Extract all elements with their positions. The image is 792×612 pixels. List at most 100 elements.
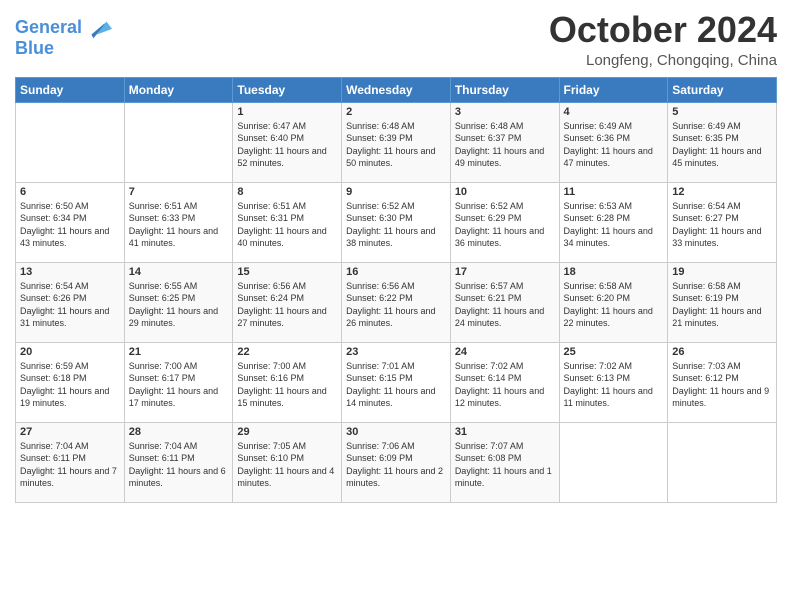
calendar-cell: 9 Sunrise: 6:52 AMSunset: 6:30 PMDaylight… — [342, 182, 451, 262]
day-number: 4 — [564, 106, 664, 118]
day-number: 5 — [672, 106, 772, 118]
day-number: 6 — [20, 186, 120, 198]
day-info: Sunrise: 7:04 AMSunset: 6:11 PMDaylight:… — [129, 440, 229, 490]
day-number: 10 — [455, 186, 555, 198]
day-info: Sunrise: 7:02 AMSunset: 6:14 PMDaylight:… — [455, 360, 555, 410]
day-info: Sunrise: 6:52 AMSunset: 6:30 PMDaylight:… — [346, 200, 446, 250]
day-info: Sunrise: 7:02 AMSunset: 6:13 PMDaylight:… — [564, 360, 664, 410]
day-number: 16 — [346, 266, 446, 278]
day-number: 9 — [346, 186, 446, 198]
day-info: Sunrise: 6:59 AMSunset: 6:18 PMDaylight:… — [20, 360, 120, 410]
day-number: 2 — [346, 106, 446, 118]
calendar-cell — [668, 422, 777, 502]
day-info: Sunrise: 6:56 AMSunset: 6:22 PMDaylight:… — [346, 280, 446, 330]
day-number: 19 — [672, 266, 772, 278]
day-number: 23 — [346, 346, 446, 358]
logo: General Blue — [15, 14, 112, 59]
calendar-container: General Blue October 2024 Longfeng, Chon… — [0, 0, 792, 612]
day-info: Sunrise: 7:00 AMSunset: 6:17 PMDaylight:… — [129, 360, 229, 410]
day-number: 3 — [455, 106, 555, 118]
day-info: Sunrise: 6:52 AMSunset: 6:29 PMDaylight:… — [455, 200, 555, 250]
calendar-cell: 19 Sunrise: 6:58 AMSunset: 6:19 PMDayligh… — [668, 262, 777, 342]
day-info: Sunrise: 6:51 AMSunset: 6:33 PMDaylight:… — [129, 200, 229, 250]
day-number: 24 — [455, 346, 555, 358]
calendar-cell: 6 Sunrise: 6:50 AMSunset: 6:34 PMDaylight… — [16, 182, 125, 262]
calendar-cell: 28 Sunrise: 7:04 AMSunset: 6:11 PMDayligh… — [124, 422, 233, 502]
day-number: 13 — [20, 266, 120, 278]
day-header-tuesday: Tuesday — [233, 77, 342, 102]
day-header-sunday: Sunday — [16, 77, 125, 102]
day-number: 11 — [564, 186, 664, 198]
day-info: Sunrise: 7:06 AMSunset: 6:09 PMDaylight:… — [346, 440, 446, 490]
header-row: SundayMondayTuesdayWednesdayThursdayFrid… — [16, 77, 777, 102]
day-info: Sunrise: 6:53 AMSunset: 6:28 PMDaylight:… — [564, 200, 664, 250]
day-header-monday: Monday — [124, 77, 233, 102]
day-info: Sunrise: 6:58 AMSunset: 6:19 PMDaylight:… — [672, 280, 772, 330]
day-number: 22 — [237, 346, 337, 358]
calendar-table: SundayMondayTuesdayWednesdayThursdayFrid… — [15, 77, 777, 503]
day-info: Sunrise: 6:58 AMSunset: 6:20 PMDaylight:… — [564, 280, 664, 330]
month-title: October 2024 — [549, 10, 777, 50]
day-info: Sunrise: 6:50 AMSunset: 6:34 PMDaylight:… — [20, 200, 120, 250]
day-number: 28 — [129, 426, 229, 438]
calendar-cell: 11 Sunrise: 6:53 AMSunset: 6:28 PMDayligh… — [559, 182, 668, 262]
calendar-cell: 17Sunrise: 6:57 AMSunset: 6:21 PMDayligh… — [450, 262, 559, 342]
day-number: 18 — [564, 266, 664, 278]
day-info: Sunrise: 6:56 AMSunset: 6:24 PMDaylight:… — [237, 280, 337, 330]
day-header-friday: Friday — [559, 77, 668, 102]
calendar-cell: 27Sunrise: 7:04 AMSunset: 6:11 PMDayligh… — [16, 422, 125, 502]
day-info: Sunrise: 7:01 AMSunset: 6:15 PMDaylight:… — [346, 360, 446, 410]
calendar-cell: 23 Sunrise: 7:01 AMSunset: 6:15 PMDayligh… — [342, 342, 451, 422]
day-header-saturday: Saturday — [668, 77, 777, 102]
day-info: Sunrise: 6:48 AMSunset: 6:39 PMDaylight:… — [346, 120, 446, 170]
calendar-cell — [124, 102, 233, 182]
day-number: 20 — [20, 346, 120, 358]
day-number: 31 — [455, 426, 555, 438]
calendar-cell: 3 Sunrise: 6:48 AMSunset: 6:37 PMDaylight… — [450, 102, 559, 182]
day-info: Sunrise: 6:54 AMSunset: 6:26 PMDaylight:… — [20, 280, 120, 330]
day-info: Sunrise: 7:00 AMSunset: 6:16 PMDaylight:… — [237, 360, 337, 410]
day-info: Sunrise: 6:51 AMSunset: 6:31 PMDaylight:… — [237, 200, 337, 250]
week-row-1: 1Sunrise: 6:47 AMSunset: 6:40 PMDaylight… — [16, 102, 777, 182]
calendar-cell: 2 Sunrise: 6:48 AMSunset: 6:39 PMDaylight… — [342, 102, 451, 182]
week-row-5: 27 Sunrise: 7:04 AMSunset: 6:11 PMDayligh… — [16, 422, 777, 502]
calendar-cell: 29Sunrise: 7:05 AMSunset: 6:10 PMDayligh… — [233, 422, 342, 502]
location: Longfeng, Chongqing, China — [549, 52, 777, 69]
week-row-2: 6 Sunrise: 6:50 AMSunset: 6:34 PMDaylight… — [16, 182, 777, 262]
day-info: Sunrise: 7:03 AMSunset: 6:12 PMDaylight:… — [672, 360, 772, 410]
day-info: Sunrise: 7:07 AMSunset: 6:08 PMDaylight:… — [455, 440, 555, 490]
calendar-cell — [16, 102, 125, 182]
day-number: 8 — [237, 186, 337, 198]
logo-icon — [84, 14, 112, 42]
week-row-4: 20 Sunrise: 6:59 AMSunset: 6:18 PMDayligh… — [16, 342, 777, 422]
day-header-thursday: Thursday — [450, 77, 559, 102]
calendar-cell: 21Sunrise: 7:00 AMSunset: 6:17 PMDayligh… — [124, 342, 233, 422]
calendar-cell: 4Sunrise: 6:49 AMSunset: 6:36 PMDaylight… — [559, 102, 668, 182]
calendar-cell: 24 Sunrise: 7:02 AMSunset: 6:14 PMDayligh… — [450, 342, 559, 422]
calendar-cell: 7 Sunrise: 6:51 AMSunset: 6:33 PMDaylight… — [124, 182, 233, 262]
calendar-cell: 20 Sunrise: 6:59 AMSunset: 6:18 PMDayligh… — [16, 342, 125, 422]
calendar-cell: 26 Sunrise: 7:03 AMSunset: 6:12 PMDayligh… — [668, 342, 777, 422]
calendar-cell: 16 Sunrise: 6:56 AMSunset: 6:22 PMDayligh… — [342, 262, 451, 342]
day-info: Sunrise: 7:05 AMSunset: 6:10 PMDaylight:… — [237, 440, 337, 490]
calendar-cell — [559, 422, 668, 502]
calendar-cell: 13 Sunrise: 6:54 AMSunset: 6:26 PMDayligh… — [16, 262, 125, 342]
day-info: Sunrise: 6:54 AMSunset: 6:27 PMDaylight:… — [672, 200, 772, 250]
title-block: October 2024 Longfeng, Chongqing, China — [549, 10, 777, 69]
calendar-cell: 10 Sunrise: 6:52 AMSunset: 6:29 PMDayligh… — [450, 182, 559, 262]
day-number: 15 — [237, 266, 337, 278]
week-row-3: 13 Sunrise: 6:54 AMSunset: 6:26 PMDayligh… — [16, 262, 777, 342]
calendar-cell: 5Sunrise: 6:49 AMSunset: 6:35 PMDaylight… — [668, 102, 777, 182]
day-number: 26 — [672, 346, 772, 358]
day-info: Sunrise: 6:57 AMSunset: 6:21 PMDaylight:… — [455, 280, 555, 330]
day-number: 7 — [129, 186, 229, 198]
calendar-cell: 18 Sunrise: 6:58 AMSunset: 6:20 PMDayligh… — [559, 262, 668, 342]
day-number: 30 — [346, 426, 446, 438]
day-info: Sunrise: 6:47 AMSunset: 6:40 PMDaylight:… — [237, 120, 337, 170]
day-info: Sunrise: 6:48 AMSunset: 6:37 PMDaylight:… — [455, 120, 555, 170]
day-number: 27 — [20, 426, 120, 438]
day-info: Sunrise: 6:55 AMSunset: 6:25 PMDaylight:… — [129, 280, 229, 330]
calendar-cell: 15 Sunrise: 6:56 AMSunset: 6:24 PMDayligh… — [233, 262, 342, 342]
day-number: 14 — [129, 266, 229, 278]
header: General Blue October 2024 Longfeng, Chon… — [15, 10, 777, 69]
